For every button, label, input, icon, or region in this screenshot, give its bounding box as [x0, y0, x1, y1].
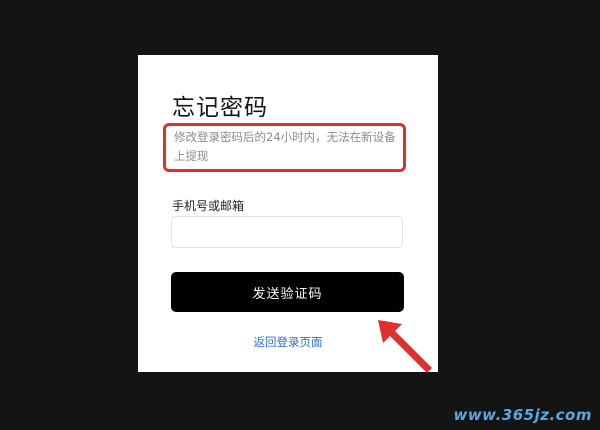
- account-input[interactable]: [171, 216, 403, 248]
- annotation-arrow-icon: [378, 320, 432, 373]
- highlight-box: 修改登录密码后的24小时内，无法在新设备上提现: [163, 123, 406, 172]
- watermark-text: www.365jz.com: [453, 406, 592, 424]
- page-title: 忘记密码: [172, 95, 268, 121]
- withdrawal-notice: 修改登录密码后的24小时内，无法在新设备上提现: [174, 130, 396, 163]
- screenshot-stage: 忘记密码 修改登录密码后的24小时内，无法在新设备上提现 手机号或邮箱 发送验证…: [0, 0, 600, 430]
- send-code-button[interactable]: 发送验证码: [171, 272, 404, 312]
- account-field-label: 手机号或邮箱: [172, 199, 245, 213]
